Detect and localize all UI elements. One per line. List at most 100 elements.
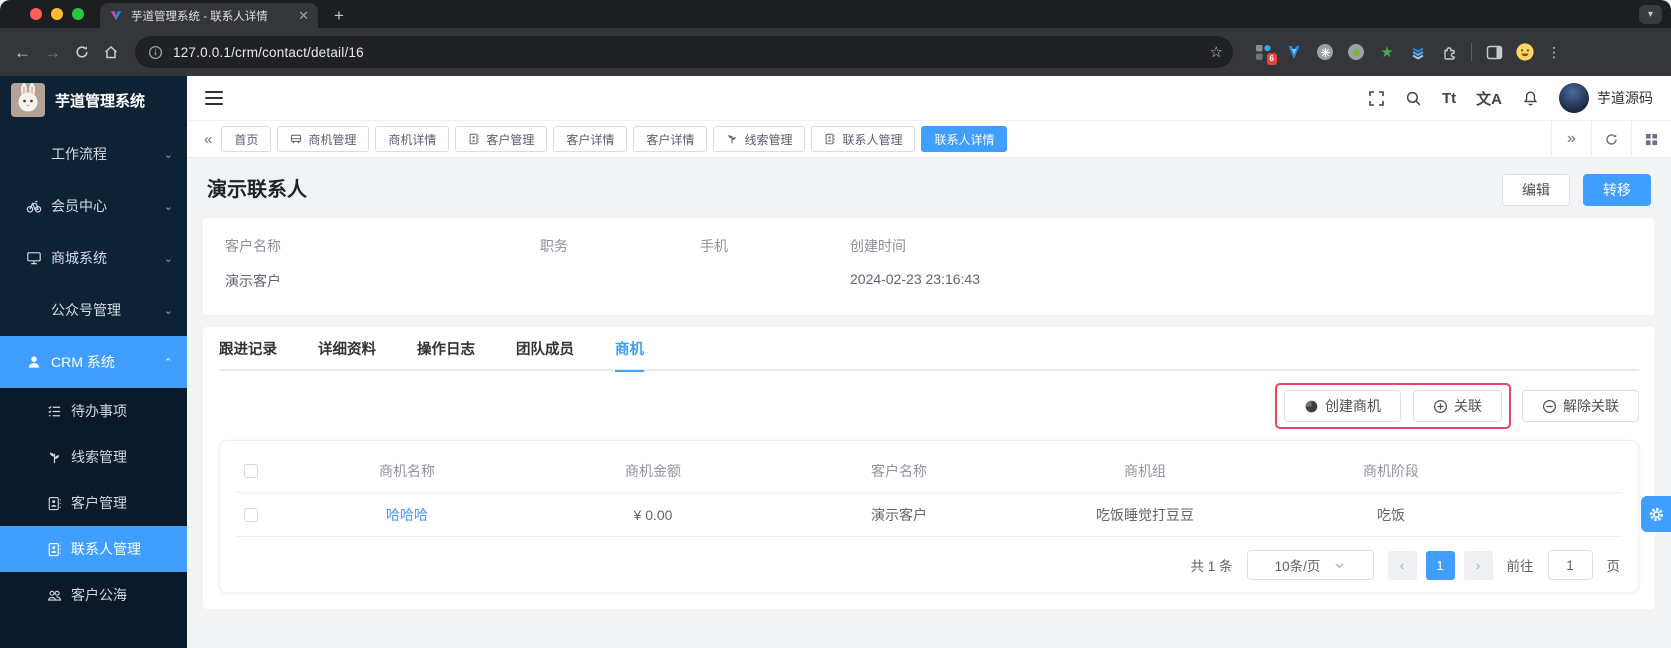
site-info-icon[interactable] [148, 45, 163, 60]
page-head: 演示联系人 编辑 转移 [187, 158, 1671, 218]
window-minimize-button[interactable] [51, 8, 63, 20]
tag-customer-detail-2[interactable]: 客户详情 [633, 126, 708, 152]
sidebar-item-workflow[interactable]: 工作流程 ⌄ [0, 128, 187, 180]
info-label-customer-name: 客户名称 [225, 238, 281, 254]
select-all-checkbox[interactable] [244, 463, 258, 478]
page-title: 演示联系人 [207, 179, 307, 201]
chevron-down-icon: ⌄ [163, 200, 173, 213]
next-page-button[interactable]: › [1463, 550, 1493, 580]
clue-icon [728, 135, 737, 144]
extension-chevrons-icon[interactable] [1409, 43, 1427, 61]
cell-customer-name: 演示客户 [871, 506, 927, 523]
tab-team-member[interactable]: 团队成员 [516, 326, 574, 370]
forward-icon[interactable]: → [44, 44, 61, 61]
unlink-business-button[interactable]: 解除关联 [1522, 390, 1639, 422]
new-tab-button[interactable]: + [334, 7, 344, 24]
goto-page-input[interactable] [1547, 550, 1593, 580]
page-unit-label: 页 [1606, 559, 1621, 574]
browser-tab[interactable]: 芋道管理系统 - 联系人详情 ✕ [100, 3, 318, 28]
browser-menu-icon[interactable]: ⋮ [1547, 44, 1561, 61]
cell-business-name-link[interactable]: 哈哈哈 [284, 505, 530, 525]
cell-business-group: 吃饭睡觉打豆豆 [1096, 506, 1194, 523]
row-checkbox[interactable] [244, 507, 258, 522]
sidebar-item-clue[interactable]: 线索管理 [0, 434, 187, 480]
extension-star-icon[interactable]: ★ [1378, 43, 1396, 61]
theme-settings-button[interactable] [1641, 496, 1671, 532]
sidebar-item-todo[interactable]: 待办事项 [0, 388, 187, 434]
bookmark-star-icon[interactable]: ☆ [1210, 43, 1223, 61]
tab-follow-record[interactable]: 跟进记录 [219, 326, 277, 370]
tag-business-manage[interactable]: 商机管理 [277, 126, 370, 152]
link-business-button[interactable]: 关联 [1413, 390, 1502, 422]
back-icon[interactable]: ← [14, 44, 31, 61]
business-table-card: 商机名称 商机金额 客户名称 商机组 商机阶段 哈哈哈 ¥ 0.00 演示客户 … [219, 440, 1639, 593]
cell-business-amount: ¥ 0.00 [633, 506, 673, 523]
fullscreen-icon[interactable] [1368, 90, 1385, 107]
contact-book-icon [48, 496, 61, 510]
extension-snowflake-icon[interactable] [1316, 43, 1334, 61]
extension-record-icon[interactable] [1347, 43, 1365, 61]
tag-business-detail[interactable]: 商机详情 [375, 126, 450, 152]
sidebar-item-member-center[interactable]: 会员中心 ⌄ [0, 180, 187, 232]
page-actions: 编辑 转移 [1502, 174, 1651, 206]
current-page-button[interactable]: 1 [1425, 550, 1455, 580]
extension-devtools-icon[interactable]: 6 [1254, 43, 1277, 65]
extension-vue-icon[interactable] [1285, 43, 1303, 61]
tags-refresh-icon[interactable] [1591, 120, 1631, 158]
sidebar-item-mall-system[interactable]: 商城系统 ⌄ [0, 232, 187, 284]
bell-icon[interactable] [1522, 90, 1539, 107]
edit-button[interactable]: 编辑 [1502, 174, 1570, 206]
reload-icon[interactable] [74, 44, 90, 60]
clue-icon [49, 452, 60, 463]
sidebar-item-contact[interactable]: 联系人管理 [0, 526, 187, 572]
tags-scroll-right-icon[interactable]: » [1551, 120, 1591, 158]
home-icon[interactable] [103, 44, 119, 60]
highlight-box: 创建商机 关联 [1275, 383, 1511, 429]
tag-customer-manage[interactable]: 客户管理 [455, 126, 548, 152]
tag-contact-detail[interactable]: 联系人详情 [921, 126, 1008, 152]
tag-contact-manage[interactable]: 联系人管理 [811, 126, 916, 152]
tab-search-button[interactable]: ▾ [1639, 5, 1662, 24]
contact-book-icon [48, 542, 61, 556]
tab-close-icon[interactable]: ✕ [298, 9, 309, 22]
extensions-puzzle-icon[interactable] [1440, 43, 1458, 61]
table-row: 哈哈哈 ¥ 0.00 演示客户 吃饭睡觉打豆豆 吃饭 [236, 493, 1622, 537]
tab-operation-log[interactable]: 操作日志 [417, 326, 475, 370]
prev-page-button[interactable]: ‹ [1387, 550, 1417, 580]
font-size-icon[interactable]: Tt [1442, 90, 1456, 107]
table-header-row: 商机名称 商机金额 客户名称 商机组 商机阶段 [236, 449, 1622, 493]
tags-layout-grid-icon[interactable] [1631, 120, 1671, 158]
toolbar-divider [1471, 43, 1472, 61]
tag-customer-detail-1[interactable]: 客户详情 [553, 126, 628, 152]
col-header-business-amount: 商机金额 [625, 462, 681, 479]
user-icon [28, 356, 40, 368]
create-business-button[interactable]: 创建商机 [1284, 390, 1401, 422]
address-bar[interactable]: 127.0.0.1/crm/contact/detail/16 ☆ [135, 36, 1233, 68]
tab-business[interactable]: 商机 [615, 326, 644, 372]
tag-clue-manage[interactable]: 线索管理 [713, 126, 806, 152]
side-panel-icon[interactable] [1485, 43, 1503, 61]
window-controls [0, 8, 84, 28]
tags-scroll-left-icon[interactable]: « [195, 132, 221, 147]
tab-detail-info[interactable]: 详细资料 [318, 326, 376, 370]
page-size-select[interactable]: 10条/页 [1246, 550, 1374, 580]
user-menu[interactable]: 芋道源码 [1559, 83, 1653, 113]
window-zoom-button[interactable] [72, 8, 84, 20]
sidebar-item-crm-system[interactable]: CRM 系统 ⌃ [0, 336, 187, 388]
sidebar-item-customer-pool[interactable]: 客户公海 [0, 572, 187, 618]
translate-icon[interactable]: 文A [1476, 88, 1502, 109]
monitor-icon [27, 252, 41, 265]
col-header-business-name: 商机名称 [379, 462, 435, 479]
app-window: 芋道管理系统 工作流程 ⌄ 会员中心 ⌄ 商城系统 ⌄ 公众号管理 ⌄ CRM … [0, 76, 1671, 648]
collapse-menu-icon[interactable] [205, 91, 223, 105]
brand-logo [11, 83, 45, 117]
search-icon[interactable] [1405, 90, 1422, 107]
sidebar-item-official-account[interactable]: 公众号管理 ⌄ [0, 284, 187, 336]
cell-business-stage: 吃饭 [1377, 506, 1405, 523]
profile-avatar-icon[interactable] [1516, 43, 1534, 61]
tag-home[interactable]: 首页 [221, 126, 272, 152]
brand-header[interactable]: 芋道管理系统 [0, 76, 187, 124]
sidebar-item-customer[interactable]: 客户管理 [0, 480, 187, 526]
transfer-button[interactable]: 转移 [1583, 174, 1651, 206]
window-close-button[interactable] [30, 8, 42, 20]
